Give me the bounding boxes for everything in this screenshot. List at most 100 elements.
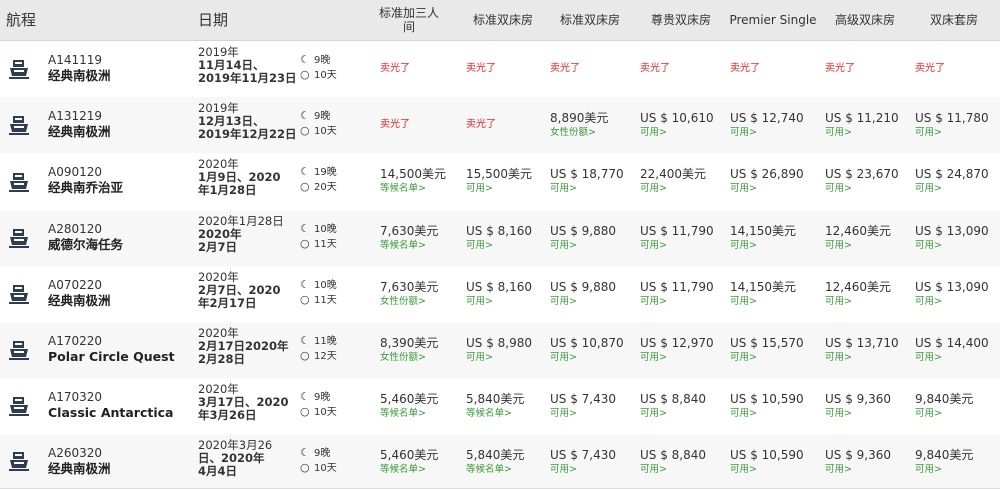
availability-link[interactable]: 可用> [915, 127, 942, 139]
header-cabin: 标准加三人间 [378, 6, 439, 34]
voyage-dates: 2020年1月28日 2020年 2月7日 [198, 215, 298, 254]
availability-link[interactable]: 可用> [466, 352, 493, 364]
nights-text: 9晚 [314, 111, 331, 122]
table-row[interactable]: A070220 经典南极洲 2020年 2月7日、2020 年2月17日 ☾ 10晚 ○ 11天… [0, 266, 1000, 323]
sold-out-label: 卖光了 [915, 63, 945, 74]
cabin-price: 8,390美元 [380, 336, 439, 350]
availability-link[interactable]: 女性份额> [380, 352, 426, 364]
voyage-duration: ☾ 9晚 ○ 10天 [300, 53, 337, 83]
voyage-name[interactable]: 威德尔海任务 [48, 237, 123, 252]
availability-link[interactable]: 可用> [550, 240, 577, 252]
availability-link[interactable]: 可用> [915, 464, 942, 476]
voyage-price-table: 航程 日期 标准加三人间 标准双床房 标准双床房 尊贵双床房 Premier Singl… [0, 0, 1000, 489]
table-row[interactable]: A170320 Classic Antarctica 2020年 3月17日、2020… [0, 378, 1000, 435]
availability-link[interactable]: 可用> [640, 352, 667, 364]
table-row[interactable]: A090120 经典南乔治亚 2020年 1月9日、2020 年1月28日 ☾ 19晚 ○ 20… [0, 153, 1000, 211]
voyage-name[interactable]: 经典南极洲 [48, 68, 111, 83]
table-row[interactable]: A280120 威德尔海任务 2020年1月28日 2020年 2月7日 ☾ 10晚 ○ 11天… [0, 210, 1000, 267]
cabin-price: US $ 8,160 [466, 280, 533, 294]
voyage-dates: 2020年 2月17日2020年 2月28日 [198, 327, 298, 366]
availability-link[interactable]: 可用> [825, 296, 852, 308]
availability-link[interactable]: 等候名单> [466, 408, 512, 420]
voyage-name[interactable]: 经典南极洲 [48, 293, 111, 308]
availability-link[interactable]: 可用> [640, 296, 667, 308]
sold-out-label: 卖光了 [466, 119, 496, 130]
availability-link[interactable]: 可用> [915, 352, 942, 364]
nights-text: 19晚 [314, 167, 337, 178]
availability-link[interactable]: 可用> [640, 408, 667, 420]
availability-link[interactable]: 可用> [730, 296, 757, 308]
availability-link[interactable]: 可用> [825, 408, 852, 420]
table-row[interactable]: A170220 Polar Circle Quest 2020年 2月17日2020年… [0, 322, 1000, 379]
availability-link[interactable]: 可用> [915, 183, 942, 195]
availability-link[interactable]: 可用> [550, 183, 577, 195]
voyage-dates: 2020年 2月7日、2020 年2月17日 [198, 271, 298, 310]
availability-link[interactable]: 可用> [730, 240, 757, 252]
nights-line: ☾ 10晚 [300, 222, 337, 237]
cabin-price: US $ 9,880 [550, 280, 617, 294]
days-text: 10天 [314, 463, 337, 474]
nights-line: ☾ 11晚 [300, 334, 337, 349]
voyage-name[interactable]: Classic Antarctica [48, 405, 173, 420]
availability-link[interactable]: 可用> [730, 408, 757, 420]
cabin-price: US $ 9,880 [550, 224, 617, 238]
availability-link[interactable]: 等候名单> [466, 464, 512, 476]
cabin-price: US $ 11,210 [825, 111, 899, 125]
voyage-name[interactable]: Polar Circle Quest [48, 349, 175, 364]
sun-icon: ○ [300, 349, 310, 362]
availability-link[interactable]: 等候名单> [380, 408, 426, 420]
availability-link[interactable]: 可用> [640, 127, 667, 139]
voyage-duration: ☾ 9晚 ○ 10天 [300, 446, 337, 476]
cabin-price: US $ 9,360 [825, 392, 892, 406]
availability-link[interactable]: 女性份额> [550, 127, 596, 139]
sold-out-label: 卖光了 [466, 63, 496, 74]
availability-link[interactable]: 可用> [730, 127, 757, 139]
availability-link[interactable]: 可用> [915, 408, 942, 420]
availability-link[interactable]: 可用> [466, 183, 493, 195]
availability-link[interactable]: 可用> [730, 183, 757, 195]
availability-link[interactable]: 可用> [550, 464, 577, 476]
days-text: 10天 [314, 70, 337, 81]
availability-link[interactable]: 可用> [466, 296, 493, 308]
table-row[interactable]: A141119 经典南极洲 2019年 11月14日、 2019年11月23日 ☾ 9晚 ○ 1… [0, 41, 1000, 98]
nights-line: ☾ 9晚 [300, 390, 337, 405]
table-row[interactable]: A260320 经典南极洲 2020年3月26 日、2020年 4月4日 ☾ 9晚 ○ 10天 5… [0, 434, 1000, 489]
availability-link[interactable]: 可用> [640, 464, 667, 476]
availability-link[interactable]: 可用> [550, 352, 577, 364]
header-date: 日期 [198, 11, 229, 29]
availability-link[interactable]: 可用> [915, 240, 942, 252]
availability-link[interactable]: 等候名单> [380, 240, 426, 252]
ship-icon [8, 395, 30, 417]
cabin-price: US $ 13,090 [915, 224, 989, 238]
availability-link[interactable]: 可用> [825, 464, 852, 476]
availability-link[interactable]: 可用> [550, 296, 577, 308]
availability-link[interactable]: 可用> [730, 464, 757, 476]
availability-link[interactable]: 可用> [825, 127, 852, 139]
availability-link[interactable]: 可用> [915, 296, 942, 308]
availability-link[interactable]: 等候名单> [380, 183, 426, 195]
availability-link[interactable]: 可用> [825, 352, 852, 364]
availability-link[interactable]: 可用> [640, 240, 667, 252]
header-cabin: 高级双床房 [834, 13, 895, 27]
table-row[interactable]: A131219 经典南极洲 2019年 12月13日、 2019年12月22日 ☾ 9晚 ○ 1… [0, 97, 1000, 154]
availability-link[interactable]: 可用> [730, 352, 757, 364]
voyage-name[interactable]: 经典南极洲 [48, 124, 111, 139]
availability-link[interactable]: 可用> [550, 408, 577, 420]
availability-link[interactable]: 等候名单> [380, 464, 426, 476]
availability-link[interactable]: 女性份额> [380, 296, 426, 308]
availability-link[interactable]: 可用> [466, 240, 493, 252]
availability-link[interactable]: 可用> [825, 183, 852, 195]
days-line: ○ 20天 [300, 180, 337, 195]
cabin-price: US $ 8,160 [466, 224, 533, 238]
availability-link[interactable]: 可用> [825, 240, 852, 252]
cabin-price: 5,460美元 [380, 392, 439, 406]
voyage-name[interactable]: 经典南乔治亚 [48, 180, 123, 195]
cabin-price: US $ 23,670 [825, 167, 899, 181]
voyage-name[interactable]: 经典南极洲 [48, 461, 111, 476]
cabin-price: 7,630美元 [380, 224, 439, 238]
ship-icon [8, 171, 30, 193]
availability-link[interactable]: 可用> [640, 183, 667, 195]
moon-icon: ☾ [300, 334, 310, 347]
sun-icon: ○ [300, 237, 310, 250]
sold-out-label: 卖光了 [380, 63, 410, 74]
